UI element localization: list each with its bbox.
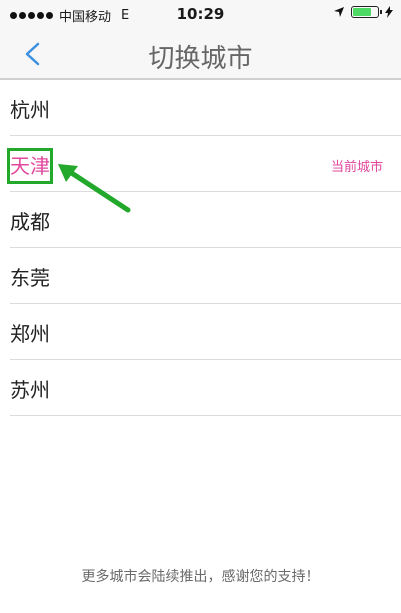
status-bar: 中国移动 E 10:29	[0, 0, 401, 30]
city-item-dongguan[interactable]: 东莞	[10, 248, 401, 304]
battery-fill	[353, 8, 372, 16]
annotation-arrow-icon	[58, 164, 131, 213]
footer-note: 更多城市会陆续推出，感谢您的支持！	[81, 569, 320, 585]
annotation-highlight-box	[7, 148, 53, 184]
city-name: 郑州	[10, 322, 50, 346]
navigation-bar: 切换城市	[0, 30, 401, 80]
current-city-tag: 当前城市	[330, 160, 383, 175]
city-name: 杭州	[10, 98, 50, 122]
location-arrow-icon	[334, 7, 344, 17]
city-name: 东莞	[10, 266, 50, 290]
charging-bolt-icon	[385, 6, 393, 18]
page-title: 切换城市	[148, 44, 253, 74]
city-list: 杭州 天津 当前城市 成都 东莞 郑州 苏州	[0, 80, 401, 416]
city-item-suzhou[interactable]: 苏州	[10, 360, 401, 416]
battery-icon	[351, 6, 382, 18]
city-item-zhengzhou[interactable]: 郑州	[10, 304, 401, 360]
status-right	[333, 6, 393, 18]
city-name: 成都	[10, 210, 50, 234]
city-item-hangzhou[interactable]: 杭州	[10, 80, 401, 136]
city-name: 苏州	[10, 378, 50, 402]
